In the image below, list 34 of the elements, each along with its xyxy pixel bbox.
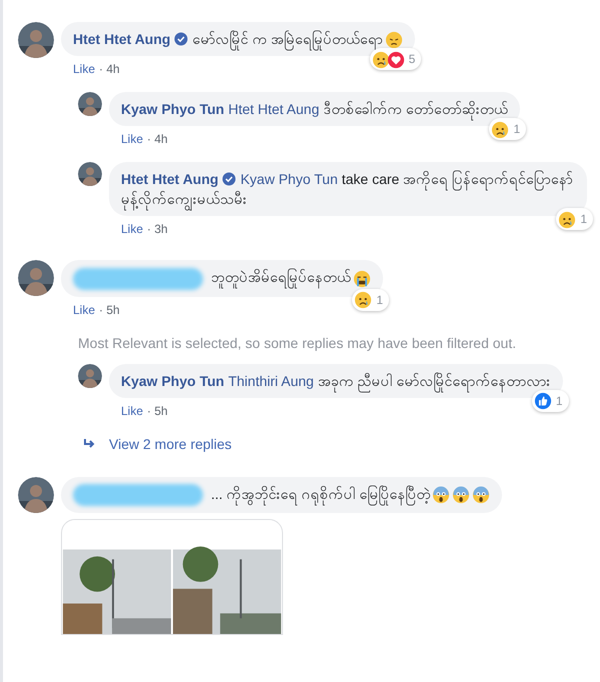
- thumbs-up-icon: [534, 392, 552, 410]
- reaction-count[interactable]: 1: [556, 208, 593, 230]
- reaction-count[interactable]: 1: [532, 390, 569, 412]
- comment-text: ဘူတူပဲအိမ်ရေမြုပ်နေတယ်: [73, 267, 371, 290]
- like-link[interactable]: Like: [121, 220, 144, 238]
- comment-time[interactable]: · 5h: [147, 402, 168, 420]
- comment-text: Kyaw Phyo Tun Htet Htet Aung ဒီတစ်ခေါက်က တော်တော်ဆိုးတယ်: [121, 99, 508, 120]
- screaming-face-icon: [452, 486, 470, 504]
- reaction-count[interactable]: 1: [352, 288, 389, 311]
- reaction-count[interactable]: 1: [489, 118, 526, 140]
- comment-text: ... ကိုအွဘိုင်းရေ ဂရုစိုက်ပါ မြေပြိုနေပြီတဲ့: [73, 484, 490, 506]
- comment-time[interactable]: · 5h: [99, 300, 120, 319]
- comment-text: Kyaw Phyo Tun Thinthiri Aung အခုက ညီမပါ မော်လမြိုင်ရောက်နေတာလား: [121, 370, 551, 391]
- screaming-face-icon: [472, 486, 490, 504]
- like-link[interactable]: Like: [73, 300, 96, 319]
- comment-time[interactable]: · 4h: [147, 130, 168, 148]
- comment-time[interactable]: · 4h: [99, 60, 120, 78]
- reaction-count[interactable]: 5: [370, 48, 422, 70]
- sad-face-icon: [491, 121, 510, 140]
- filter-notice: Most Relevant is selected, so some replies may have been filtered out.: [78, 334, 518, 353]
- crying-face-icon: [353, 270, 371, 288]
- reply-arrow-icon: [83, 438, 97, 450]
- sad-face-icon: [558, 211, 576, 230]
- sad-face-icon: [354, 291, 372, 310]
- sad-face-icon: [372, 51, 390, 70]
- screaming-face-icon: [432, 486, 450, 504]
- comment-text: Htet Htet Aung မော်လမြိုင် က အမြဲရေမြုပ်တယ်ရော: [73, 29, 404, 50]
- comment-time[interactable]: · 3h: [147, 220, 168, 238]
- view-more-replies-link[interactable]: View 2 more replies: [83, 434, 600, 455]
- like-link[interactable]: Like: [121, 402, 144, 420]
- like-link[interactable]: Like: [121, 130, 144, 148]
- comment-text: Htet Htet Aung Kyaw Phyo Tun take care အကိုရေ ပြန်ရောက်ရင်ပြောနော် မုန့်လိုက်ကျွေးမယ်သမီး: [121, 169, 575, 210]
- disappointed-face-icon: [385, 31, 404, 50]
- like-link[interactable]: Like: [73, 60, 96, 78]
